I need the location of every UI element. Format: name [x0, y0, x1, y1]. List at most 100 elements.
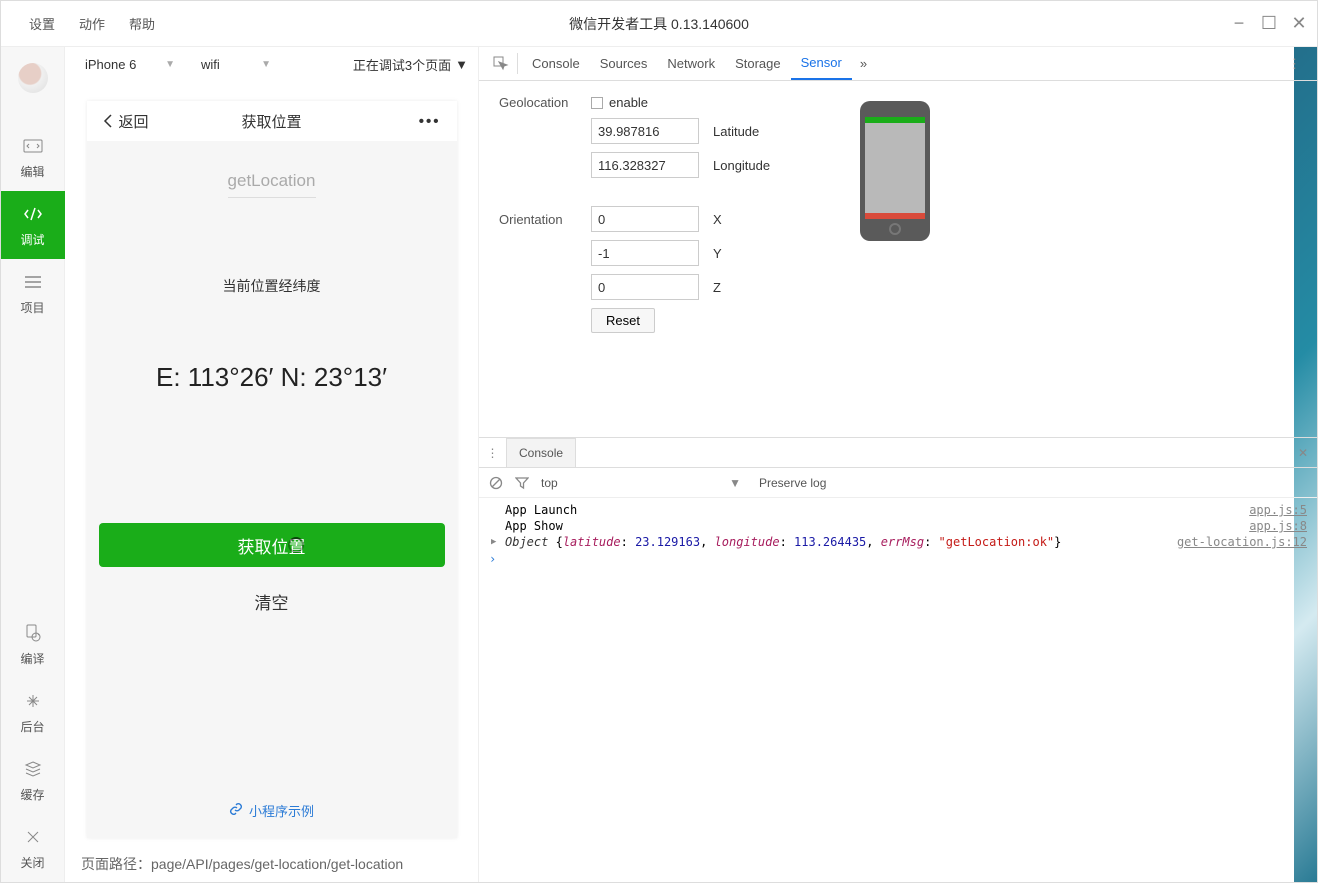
- expand-caret-icon[interactable]: ▶: [491, 537, 496, 547]
- enable-geolocation-checkbox[interactable]: enable: [591, 95, 648, 110]
- tab-network[interactable]: Network: [657, 47, 725, 80]
- latitude-input[interactable]: [591, 118, 699, 144]
- longitude-label: Longitude: [713, 158, 770, 173]
- preserve-log-label: Preserve log: [759, 476, 826, 490]
- checkbox-icon: [591, 97, 603, 109]
- avatar[interactable]: [18, 63, 48, 93]
- drawer-close-icon[interactable]: ✕: [1289, 438, 1317, 467]
- sidebar-item-compile[interactable]: 编译: [1, 610, 65, 678]
- orientation-z-input[interactable]: [591, 274, 699, 300]
- preserve-log-checkbox[interactable]: Preserve log: [753, 476, 826, 490]
- demo-link-label: 小程序示例: [249, 801, 314, 820]
- orientation-y-input[interactable]: [591, 240, 699, 266]
- device-dropdown[interactable]: iPhone 6 ▼: [75, 50, 185, 78]
- demo-link[interactable]: 小程序示例: [229, 801, 314, 820]
- maximize-icon[interactable]: ☐: [1259, 14, 1279, 34]
- x-icon: [22, 826, 44, 848]
- minimize-icon[interactable]: −: [1229, 14, 1249, 34]
- sidebar-item-label: 后台: [20, 718, 44, 735]
- simulator-navbar: 返回 获取位置 •••: [87, 101, 457, 141]
- sidebar-item-label: 关闭: [20, 854, 44, 871]
- tab-storage[interactable]: Storage: [725, 47, 791, 80]
- sensor-panel: Geolocation enable Latitude: [479, 81, 1317, 437]
- chevron-down-icon: ▼: [455, 57, 468, 72]
- page-path-footer: 页面路径： page/API/pages/get-location/get-lo…: [65, 846, 478, 882]
- tab-sensor[interactable]: Sensor: [791, 47, 852, 80]
- get-location-button[interactable]: 获取位置: [99, 523, 445, 567]
- longitude-input[interactable]: [591, 152, 699, 178]
- tab-sources[interactable]: Sources: [590, 47, 658, 80]
- drawer-tab-console[interactable]: Console: [507, 438, 576, 467]
- coordinates-display: E: 113°26′ N: 23°13′: [156, 362, 387, 393]
- reset-button[interactable]: Reset: [591, 308, 655, 333]
- element-picker-icon[interactable]: [489, 47, 513, 80]
- geolocation-label: Geolocation: [499, 95, 577, 110]
- simulator-column: iPhone 6 ▼ wifi ▼ 正在调试3个页面 ▼: [65, 47, 479, 882]
- filter-icon[interactable]: [515, 476, 529, 490]
- devtools-panel: Console Sources Network Storage Sensor »…: [479, 47, 1317, 882]
- console-log-line: App Launch app.js:5: [479, 502, 1317, 518]
- orientation-x-input[interactable]: [591, 206, 699, 232]
- devtools-menu-icon[interactable]: ⋮: [1282, 47, 1307, 80]
- menu-settings[interactable]: 设置: [29, 14, 55, 33]
- layers-icon: [22, 758, 44, 780]
- sidebar-item-close[interactable]: 关闭: [1, 814, 65, 882]
- sidebar-item-background[interactable]: 后台: [1, 678, 65, 746]
- console-output: App Launch app.js:5 App Show app.js:8 ▶ …: [479, 498, 1317, 882]
- y-label: Y: [713, 246, 722, 261]
- simulator-frame: 返回 获取位置 ••• getLocation 当前位置经纬度 E: 113°2…: [87, 101, 457, 838]
- app-title: 微信开发者工具 0.13.140600: [569, 14, 749, 34]
- log-source-link[interactable]: app.js:8: [1249, 519, 1307, 533]
- tab-console[interactable]: Console: [522, 47, 590, 80]
- phone-orientation-graphic: [860, 101, 930, 241]
- log-message: App Launch: [505, 503, 1249, 517]
- code-icon: [22, 135, 44, 157]
- menu-help[interactable]: 帮助: [129, 14, 155, 33]
- drawer-menu-icon[interactable]: ⋮: [479, 438, 507, 467]
- enable-label: enable: [609, 95, 648, 110]
- network-dropdown-label: wifi: [201, 57, 220, 72]
- debug-pages-label: 正在调试3个页面: [353, 55, 451, 74]
- titlebar: 设置 动作 帮助 微信开发者工具 0.13.140600 − ☐ ✕: [1, 1, 1317, 47]
- sidebar-item-debug[interactable]: 调试: [1, 191, 65, 259]
- divider: [228, 197, 316, 198]
- log-message: Object {latitude: 23.129163, longitude: …: [505, 535, 1177, 549]
- console-prompt[interactable]: ›: [479, 550, 1317, 568]
- back-button[interactable]: 返回: [103, 111, 149, 132]
- left-sidebar: 编辑 调试 项目 编译: [1, 47, 65, 882]
- link-icon: [229, 802, 243, 819]
- context-dropdown[interactable]: top ▼: [541, 476, 741, 490]
- simulator-body: getLocation 当前位置经纬度 E: 113°26′ N: 23°13′…: [87, 141, 457, 838]
- hamburger-icon: [22, 271, 44, 293]
- context-label: top: [541, 476, 558, 490]
- compile-icon: [22, 622, 44, 644]
- console-log-line: App Show app.js:8: [479, 518, 1317, 534]
- chevron-down-icon: ▼: [261, 59, 271, 70]
- sidebar-item-cache[interactable]: 缓存: [1, 746, 65, 814]
- sidebar-item-label: 项目: [20, 299, 44, 316]
- page-title: 获取位置: [241, 111, 301, 132]
- log-source-link[interactable]: app.js:5: [1249, 503, 1307, 517]
- menu-actions[interactable]: 动作: [79, 14, 105, 33]
- clear-button[interactable]: 清空: [255, 589, 289, 614]
- device-dropdown-label: iPhone 6: [85, 57, 136, 72]
- network-dropdown[interactable]: wifi ▼: [191, 50, 281, 78]
- log-message: App Show: [505, 519, 1249, 533]
- path-value: page/API/pages/get-location/get-location: [151, 856, 403, 872]
- tabs-overflow-icon[interactable]: »: [852, 47, 875, 80]
- close-icon[interactable]: ✕: [1289, 14, 1309, 34]
- sidebar-item-edit[interactable]: 编辑: [1, 123, 65, 191]
- clear-console-icon[interactable]: [489, 476, 503, 490]
- sidebar-item-label: 编辑: [20, 163, 44, 180]
- debug-icon: [22, 203, 44, 225]
- sidebar-item-label: 缓存: [20, 786, 44, 803]
- debug-pages-dropdown[interactable]: 正在调试3个页面 ▼: [353, 55, 468, 74]
- sidebar-item-label: 编译: [20, 650, 44, 667]
- path-label: 页面路径：: [81, 854, 151, 874]
- log-source-link[interactable]: get-location.js:12: [1177, 535, 1307, 549]
- console-drawer: ⋮ Console ✕ top ▼: [479, 437, 1317, 882]
- sidebar-item-project[interactable]: 项目: [1, 259, 65, 327]
- x-label: X: [713, 212, 722, 227]
- triangle-down-icon: ▼: [729, 476, 741, 490]
- more-icon[interactable]: •••: [419, 113, 441, 130]
